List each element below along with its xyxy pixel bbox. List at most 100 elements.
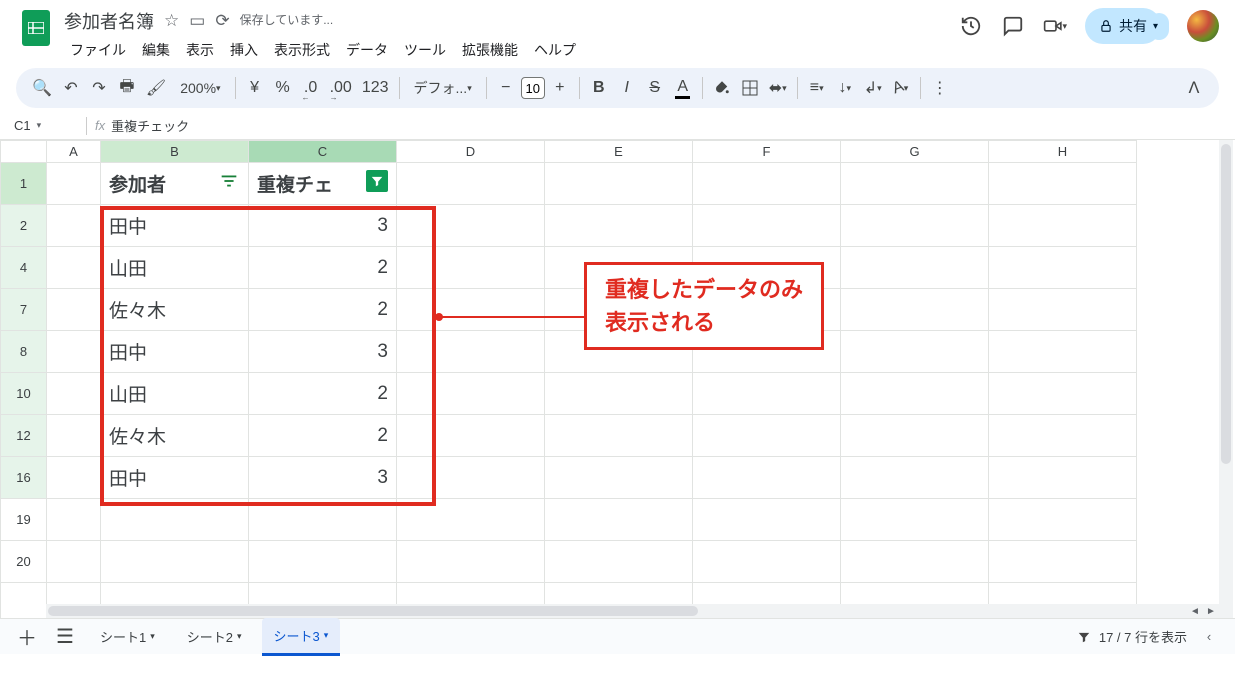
decrease-decimal-button[interactable]: .0← [298,74,324,102]
number-format-button[interactable]: 123 [358,74,393,102]
cell[interactable]: 田中 [101,205,249,247]
menu-tools[interactable]: ツール [398,36,452,64]
cell[interactable]: 佐々木 [101,289,249,331]
menu-file[interactable]: ファイル [64,36,132,64]
col-header-D[interactable]: D [397,141,545,163]
cell[interactable]: 2 [249,289,397,331]
font-select[interactable]: デフォ... ▾ [406,74,480,102]
text-color-button[interactable]: A [670,74,696,102]
menu-help[interactable]: ヘルプ [528,36,582,64]
row-header[interactable]: 19 [1,499,47,541]
fill-color-button[interactable] [709,74,735,102]
menu-data[interactable]: データ [340,36,394,64]
add-sheet-button[interactable]: ＋ [12,622,42,652]
row-header[interactable]: 20 [1,541,47,583]
paint-format-button[interactable]: 🖌 [142,74,170,102]
sheet-tab[interactable]: シート2 ▾ [175,619,254,654]
search-icon[interactable]: 🔍 [28,74,56,102]
cell[interactable]: 田中 [101,331,249,373]
percent-button[interactable]: % [270,74,296,102]
name-box[interactable]: C1▾ [8,118,78,133]
row-header[interactable] [1,583,47,619]
cell[interactable]: 3 [249,331,397,373]
meet-icon[interactable]: ▾ [1043,14,1067,38]
print-button[interactable]: 🖶 [114,74,140,102]
cell[interactable]: 2 [249,373,397,415]
menu-insert[interactable]: 挿入 [224,36,264,64]
col-header-G[interactable]: G [841,141,989,163]
cell[interactable]: 3 [249,457,397,499]
currency-button[interactable]: ¥ [242,74,268,102]
header: 参加者名簿 ☆ ▭ ⟳ 保存しています... ファイル 編集 表示 挿入 表示形… [0,0,1235,64]
halign-button[interactable]: ≡ ▾ [804,74,830,102]
menu-extensions[interactable]: 拡張機能 [456,36,524,64]
redo-button[interactable]: ↷ [86,74,112,102]
col-header-B[interactable]: B [101,141,249,163]
merge-button[interactable]: ⬌ ▾ [765,74,791,102]
cell[interactable]: 山田 [101,373,249,415]
cell: 参加者 [109,175,166,196]
star-icon[interactable]: ☆ [164,11,179,31]
menu-edit[interactable]: 編集 [136,36,176,64]
filter-icon[interactable] [218,170,240,198]
share-dropdown[interactable]: ▾ [1149,13,1169,40]
row-header[interactable]: 7 [1,289,47,331]
menu-view[interactable]: 表示 [180,36,220,64]
italic-button[interactable]: I [614,74,640,102]
cell[interactable]: 山田 [101,247,249,289]
filter-icon [1077,630,1091,644]
all-sheets-button[interactable]: ☰ [50,622,80,652]
sheet-tab[interactable]: シート1 ▾ [88,619,167,654]
strikethrough-button[interactable]: S [642,74,668,102]
cell: 重複チェ [257,175,333,196]
font-size-input[interactable] [521,77,545,99]
select-all-corner[interactable] [1,141,47,163]
row-header[interactable]: 1 [1,163,47,205]
formula-bar: C1▾ fx 重複チェック [0,112,1235,140]
rotation-button[interactable]: A ▾ [888,74,914,102]
valign-button[interactable]: ↓ ▾ [832,74,858,102]
col-header-A[interactable]: A [47,141,101,163]
doc-title[interactable]: 参加者名簿 [64,8,154,34]
collapse-toolbar-icon[interactable]: ᐱ [1181,74,1207,102]
horizontal-scrollbar[interactable]: ◄► [46,604,1219,618]
fontsize-increase[interactable]: + [547,74,573,102]
cell[interactable]: 3 [249,205,397,247]
sheet-tab-active[interactable]: シート3 ▾ [262,618,341,656]
increase-decimal-button[interactable]: .00→ [326,74,356,102]
side-panel-toggle[interactable]: ‹ [1195,623,1223,651]
cloud-status-icon[interactable]: ⟳ [215,11,229,31]
col-header-C[interactable]: C [249,141,397,163]
cell[interactable]: 2 [249,247,397,289]
vertical-scrollbar[interactable] [1219,140,1233,618]
cell[interactable]: 2 [249,415,397,457]
user-avatar[interactable] [1187,10,1219,42]
row-header[interactable]: 10 [1,373,47,415]
col-header-H[interactable]: H [989,141,1137,163]
undo-button[interactable]: ↶ [58,74,84,102]
col-header-E[interactable]: E [545,141,693,163]
row-header[interactable]: 16 [1,457,47,499]
spreadsheet-grid[interactable]: A B C D E F G H 1 参加者 重複チェ 2田中3 4山田2 7佐々… [0,140,1235,618]
wrap-button[interactable]: ↲ ▾ [860,74,886,102]
row-header[interactable]: 4 [1,247,47,289]
history-icon[interactable] [959,14,983,38]
fontsize-decrease[interactable]: − [493,74,519,102]
row-header[interactable]: 2 [1,205,47,247]
move-icon[interactable]: ▭ [189,11,205,31]
comment-icon[interactable] [1001,14,1025,38]
filter-status-text: 17 / 7 行を表示 [1099,627,1187,646]
menu-format[interactable]: 表示形式 [268,36,336,64]
more-toolbar-icon[interactable]: ⋮ [927,74,953,102]
zoom-select[interactable]: 200% ▾ [172,74,228,102]
col-header-F[interactable]: F [693,141,841,163]
sheets-logo[interactable] [16,8,56,48]
borders-button[interactable] [737,74,763,102]
filter-active-icon[interactable] [366,170,388,192]
row-header[interactable]: 8 [1,331,47,373]
row-header[interactable]: 12 [1,415,47,457]
cell[interactable]: 佐々木 [101,415,249,457]
formula-content[interactable]: 重複チェック [111,116,189,135]
bold-button[interactable]: B [586,74,612,102]
cell[interactable]: 田中 [101,457,249,499]
